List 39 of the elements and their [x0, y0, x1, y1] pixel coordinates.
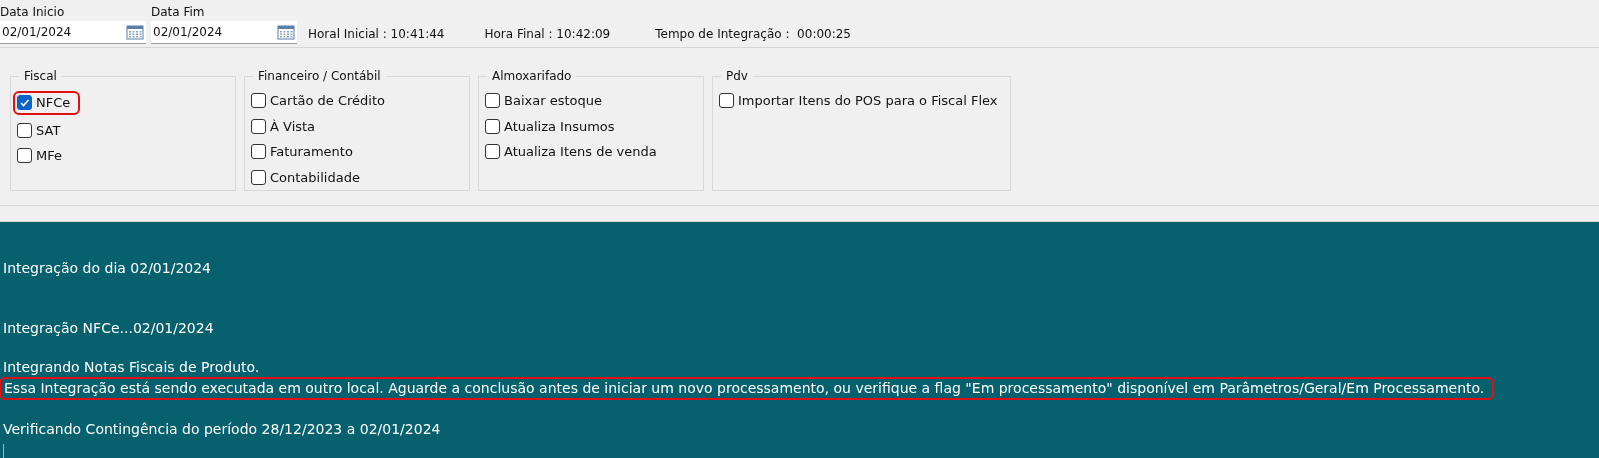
calendar-icon[interactable] [277, 24, 295, 40]
time-reading: Tempo de Integração : 00:00:25 [655, 26, 851, 43]
date-field[interactable]: 02/01/2024 [151, 21, 297, 44]
group-title: Financeiro / Contábil [253, 68, 386, 84]
checkbox-label: MFe [36, 147, 62, 165]
field-label: Data Fim [151, 4, 206, 21]
checkbox[interactable] [17, 122, 32, 138]
checkbox-label: Atualiza Itens de venda [504, 143, 657, 161]
checkbox[interactable] [251, 169, 266, 185]
text-cursor [3, 444, 4, 458]
checkbox[interactable] [251, 93, 266, 109]
log-line: Integrando Notas Fiscais de Produto. [2, 358, 260, 377]
checkbox-label: Cartão de Crédito [270, 92, 385, 110]
field-label: Data Inicio [0, 4, 66, 21]
checkbox-label: Faturamento [270, 143, 353, 161]
checkbox-label: Importar Itens do POS para o Fiscal Flex [738, 92, 998, 110]
calendar-icon[interactable] [126, 24, 144, 40]
checkbox[interactable] [17, 148, 32, 164]
checkbox[interactable] [485, 93, 500, 109]
checkbox[interactable] [485, 118, 500, 134]
log-line: Integração NFCe...02/01/2024 [2, 319, 214, 338]
log-line: Essa Integração está sendo executada em outro local. Aguarde a conclusão antes de iniciar um novo processamento, ou verifique a flag "Em processamento" disponível em Parâmetros/Geral/Em Processamento. [0, 377, 1495, 400]
time-reading: Hora Final : 10:42:09 [484, 26, 611, 43]
checkbox-label: NFCe [36, 94, 71, 112]
check-icon [19, 97, 30, 109]
checkbox-label: À Vista [270, 117, 316, 136]
log-line: Verificando Contingência do período 28/12/2023 a 02/01/2024 [2, 420, 441, 439]
checkbox-label: Baixar estoque [504, 92, 602, 110]
checkbox[interactable] [17, 95, 32, 111]
log-line: Integração do dia 02/01/2024 [2, 259, 212, 278]
checkbox-label: SAT [36, 121, 61, 140]
checkbox[interactable] [485, 144, 500, 160]
checkbox-label: Atualiza Insumos [504, 117, 615, 136]
time-reading: Horal Inicial : 10:41:44 [308, 26, 445, 43]
checkbox[interactable] [251, 118, 266, 134]
checkbox[interactable] [251, 144, 266, 160]
checkbox-label: Contabilidade [270, 168, 360, 187]
checkbox[interactable] [719, 93, 734, 109]
date-field[interactable]: 02/01/2024 [0, 21, 146, 44]
